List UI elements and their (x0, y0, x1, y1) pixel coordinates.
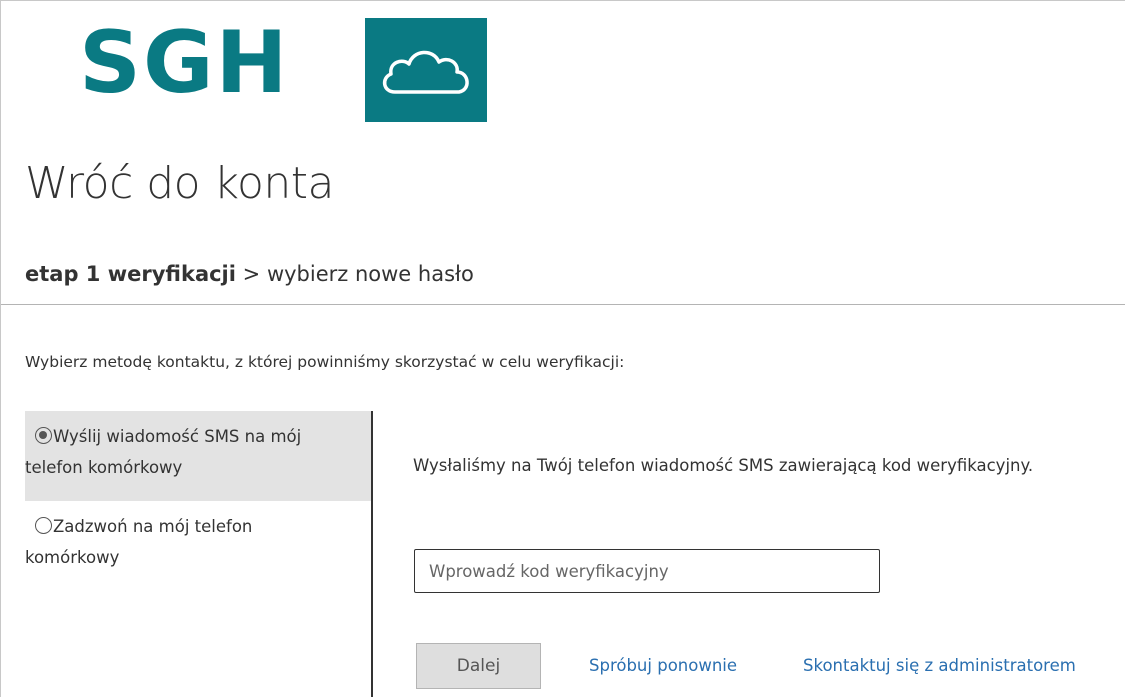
radio-unchecked-icon[interactable] (35, 517, 52, 534)
instruction-text: Wybierz metodę kontaktu, z której powinn… (25, 353, 625, 371)
divider (1, 304, 1125, 305)
next-button[interactable]: Dalej (416, 643, 541, 689)
method-call-label-line2: komórkowy (25, 548, 120, 567)
method-call-label-line1: Zadzwoń na mój telefon (53, 517, 253, 536)
breadcrumb-next-step: wybierz nowe hasło (266, 262, 474, 286)
contact-method-list: Wyślij wiadomość SMS na mój telefon komó… (25, 411, 373, 697)
contact-admin-link[interactable]: Skontaktuj się z administratorem (803, 653, 1076, 679)
page-title: Wróć do konta (25, 158, 335, 209)
radio-checked-icon[interactable] (35, 427, 52, 444)
breadcrumb: etap 1 weryfikacji > wybierz nowe hasło (25, 257, 474, 291)
method-sms-label-line2: telefon komórkowy (25, 458, 183, 477)
method-sms[interactable]: Wyślij wiadomość SMS na mój telefon komó… (25, 411, 371, 501)
password-reset-page: SGH Wróć do konta etap 1 weryfikacji > w… (0, 0, 1125, 697)
method-call[interactable]: Zadzwoń na mój telefon komórkowy (25, 501, 371, 587)
sms-sent-message: Wysłaliśmy na Twój telefon wiadomość SMS… (413, 456, 1034, 475)
retry-link[interactable]: Spróbuj ponownie (589, 653, 737, 679)
breadcrumb-current-step: etap 1 weryfikacji (25, 262, 236, 286)
cloud-icon (365, 18, 487, 122)
method-sms-label-line1: Wyślij wiadomość SMS na mój (53, 427, 302, 446)
verification-code-input[interactable] (414, 549, 880, 593)
breadcrumb-separator: > (242, 262, 261, 286)
sgh-logo-text: SGH (79, 13, 290, 113)
